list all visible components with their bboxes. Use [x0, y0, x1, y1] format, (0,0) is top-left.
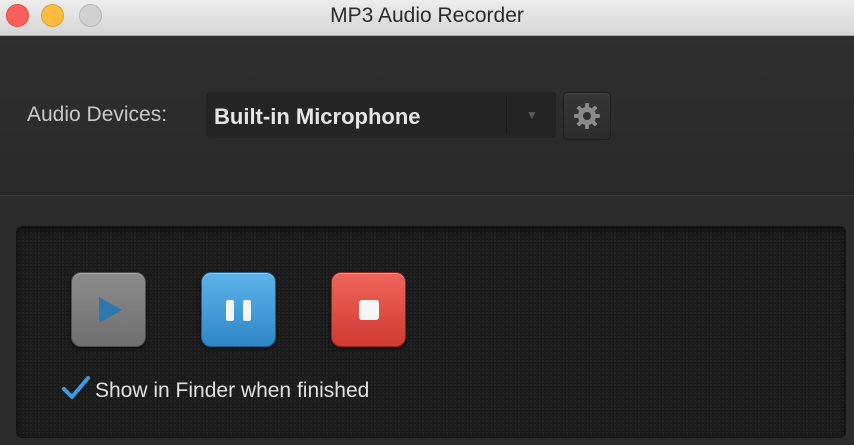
gear-icon	[574, 103, 600, 129]
audio-device-select[interactable]: Built-in Microphone ▼	[206, 92, 556, 138]
chevron-down-icon[interactable]: ▼	[514, 108, 550, 122]
audio-devices-label: Audio Devices:	[27, 103, 168, 126]
select-divider	[506, 96, 507, 134]
window-title: MP3 Audio Recorder	[330, 4, 524, 27]
play-button[interactable]	[71, 272, 146, 347]
checkmark-icon	[62, 376, 90, 399]
show-in-finder-label[interactable]: Show in Finder when finished	[95, 378, 369, 404]
show-in-finder-checkbox[interactable]	[61, 373, 91, 403]
selected-device: Built-in Microphone	[214, 104, 421, 129]
device-panel: Audio Devices: Built-in Microphone ▼	[0, 36, 854, 196]
stop-icon	[359, 300, 379, 320]
play-icon	[99, 297, 122, 323]
title-bar: MP3 Audio Recorder	[0, 0, 854, 36]
stop-button[interactable]	[331, 272, 406, 347]
pause-button[interactable]	[201, 272, 276, 347]
recorder-area: Show in Finder when finished	[0, 196, 854, 445]
controls-panel: Show in Finder when finished	[16, 226, 846, 438]
settings-button[interactable]	[563, 92, 611, 140]
